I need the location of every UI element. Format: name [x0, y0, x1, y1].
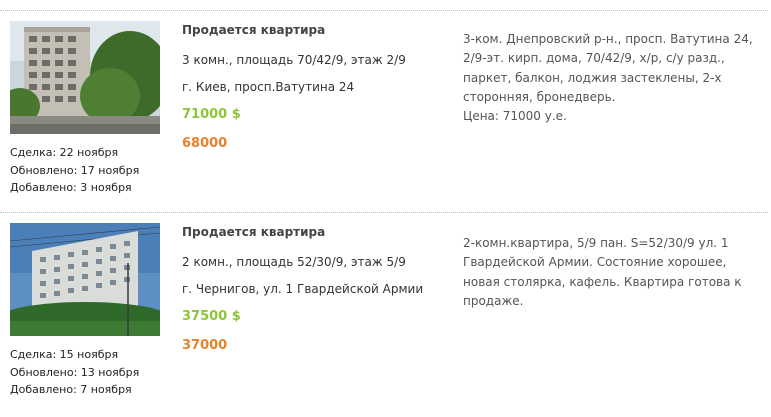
listing-address: г. Чернигов, ул. 1 Гвардейской Армии	[182, 282, 424, 296]
updated-date: Обновлено: 13 ноября	[10, 365, 140, 379]
listing-details: 3 комн., площадь 70/42/9, этаж 2/9	[182, 53, 406, 67]
listing-photo[interactable]	[10, 21, 160, 134]
added-date: Добавлено: 3 ноября	[10, 181, 132, 194]
price-main: 37500 $	[182, 309, 241, 324]
listing-item: Сделка: 22 ноября Обновлено: 17 ноября Д…	[0, 0, 771, 212]
listing-address: г. Киев, просп.Ватутина 24	[182, 80, 355, 94]
listing-title[interactable]: Продается квартира	[182, 23, 325, 37]
deal-date: Сделка: 15 ноября	[10, 348, 119, 361]
listing-description: 2-комн.квартира, 5/9 пан. S=52/30/9 ул. …	[463, 234, 763, 311]
listing-title[interactable]: Продается квартира	[182, 225, 325, 239]
price-main: 71000 $	[182, 107, 241, 122]
description-text: 2-комн.квартира, 5/9 пан. S=52/30/9 ул. …	[463, 236, 742, 308]
listing-photo[interactable]	[10, 223, 160, 336]
added-date: Добавлено: 7 ноября	[10, 383, 132, 396]
price-alt: 68000	[182, 136, 228, 151]
listing-dates: Сделка: 15 ноября Обновлено: 13 ноября Д…	[10, 346, 139, 399]
separator	[0, 212, 768, 213]
updated-date: Обновлено: 17 ноября	[10, 163, 140, 177]
price-alt: 37000	[182, 338, 228, 353]
description-price: Цена: 71000 у.е.	[463, 109, 567, 124]
description-text: 3-ком. Днепровский р-н., просп. Ватутина…	[463, 32, 753, 104]
listing-item: Сделка: 15 ноября Обновлено: 13 ноября Д…	[0, 212, 771, 417]
listing-details: 2 комн., площадь 52/30/9, этаж 5/9	[182, 255, 406, 269]
listing-description: 3-ком. Днепровский р-н., просп. Ватутина…	[463, 30, 763, 126]
deal-date: Сделка: 22 ноября	[10, 146, 119, 159]
separator	[0, 10, 768, 11]
listing-dates: Сделка: 22 ноября Обновлено: 17 ноября Д…	[10, 144, 139, 197]
